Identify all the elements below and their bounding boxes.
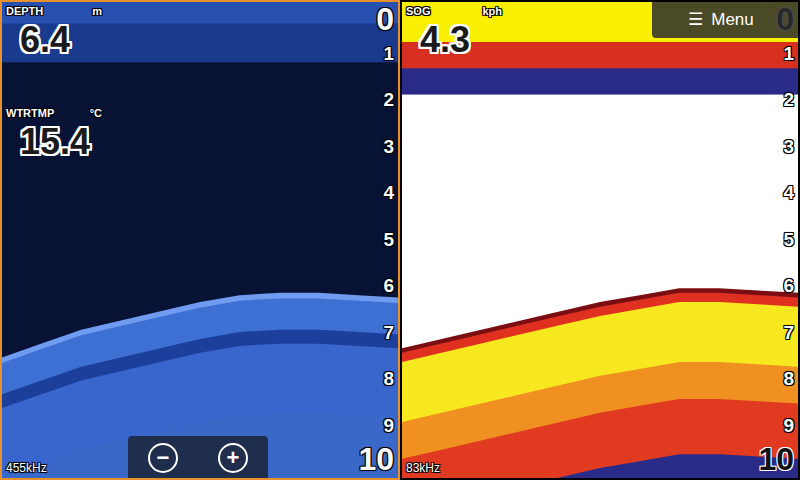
scale-label: 8 [383, 368, 394, 390]
scale-label: 6 [383, 275, 394, 297]
readout-value: 4.3 [406, 18, 502, 62]
scale-label: 5 [383, 229, 394, 251]
sonar-pane[interactable]: DEPTH m6.4 WTRTMP °C15.4 0 1 2 3 4 5 6 7 8 9 10 455kHz −… [0, 0, 400, 480]
readout-label: DEPTH [6, 4, 43, 18]
readout-unit: m [92, 4, 102, 18]
scale-label: 0 [376, 2, 394, 36]
surface-clutter [2, 2, 398, 62]
readout-label: WTRTMP [6, 106, 54, 120]
scale-label: 1 [783, 43, 794, 65]
scale-label: 10 [758, 442, 794, 476]
frequency-label: 455kHz [6, 461, 47, 476]
readout-header: DEPTH m [6, 4, 102, 18]
scale-label: 7 [783, 322, 794, 344]
scale-label: 2 [383, 89, 394, 111]
sonar-image [2, 2, 398, 478]
readout-unit: kph [482, 4, 502, 18]
menu-label: Menu [711, 10, 754, 30]
zoom-bar: −+ [128, 436, 268, 480]
menu-icon: ☰ [688, 10, 703, 30]
surface-clutter [402, 2, 798, 95]
readout-header: WTRTMP °C [6, 106, 102, 120]
scale-label: 10 [358, 442, 394, 476]
scale-label: 9 [783, 415, 794, 437]
readouts: SOG kph4.3 [406, 4, 502, 62]
menu-button[interactable]: ☰ Menu [652, 2, 798, 38]
water-column [402, 2, 798, 478]
scale-label: 3 [783, 136, 794, 158]
readout: DEPTH m6.4 [6, 4, 102, 62]
readouts: DEPTH m6.4 WTRTMP °C15.4 [6, 4, 102, 164]
sonar-pane[interactable]: SOGkph4.301234567891083kHz☰Menu [400, 0, 800, 480]
water-column [2, 2, 398, 478]
scale-label: 1 [383, 43, 394, 65]
readout: SOG kph4.3 [406, 4, 502, 62]
scale-label: 3 [383, 136, 394, 158]
scale-label: 7 [383, 322, 394, 344]
readout-value: 6.4 [6, 18, 102, 62]
sonar-screen: DEPTH m6.4 WTRTMP °C15.4 0 1 2 3 4 5 6 7 8 9 10 455kHz −… [0, 0, 800, 480]
depth-scale: 0 1 2 3 4 5 6 7 8 9 10 [350, 2, 394, 478]
scale-label: 4 [383, 182, 394, 204]
sonar-image [402, 2, 798, 478]
zoom-button[interactable]: − [148, 443, 178, 473]
frequency-label: 83kHz [406, 461, 440, 476]
scale-label: 6 [783, 275, 794, 297]
scale-label: 5 [783, 229, 794, 251]
scale-label: 9 [383, 415, 394, 437]
scale-label: 2 [783, 89, 794, 111]
depth-scale: 012345678910 [750, 2, 794, 478]
readout-header: SOG kph [406, 4, 502, 18]
readout-label: SOG [406, 4, 430, 18]
readout-value: 15.4 [6, 120, 102, 164]
readout-unit: °C [90, 106, 102, 120]
scale-label: 8 [783, 368, 794, 390]
scale-label: 4 [783, 182, 794, 204]
zoom-button[interactable]: + [218, 443, 248, 473]
readout: WTRTMP °C15.4 [6, 106, 102, 164]
bottom-echo [402, 288, 798, 478]
